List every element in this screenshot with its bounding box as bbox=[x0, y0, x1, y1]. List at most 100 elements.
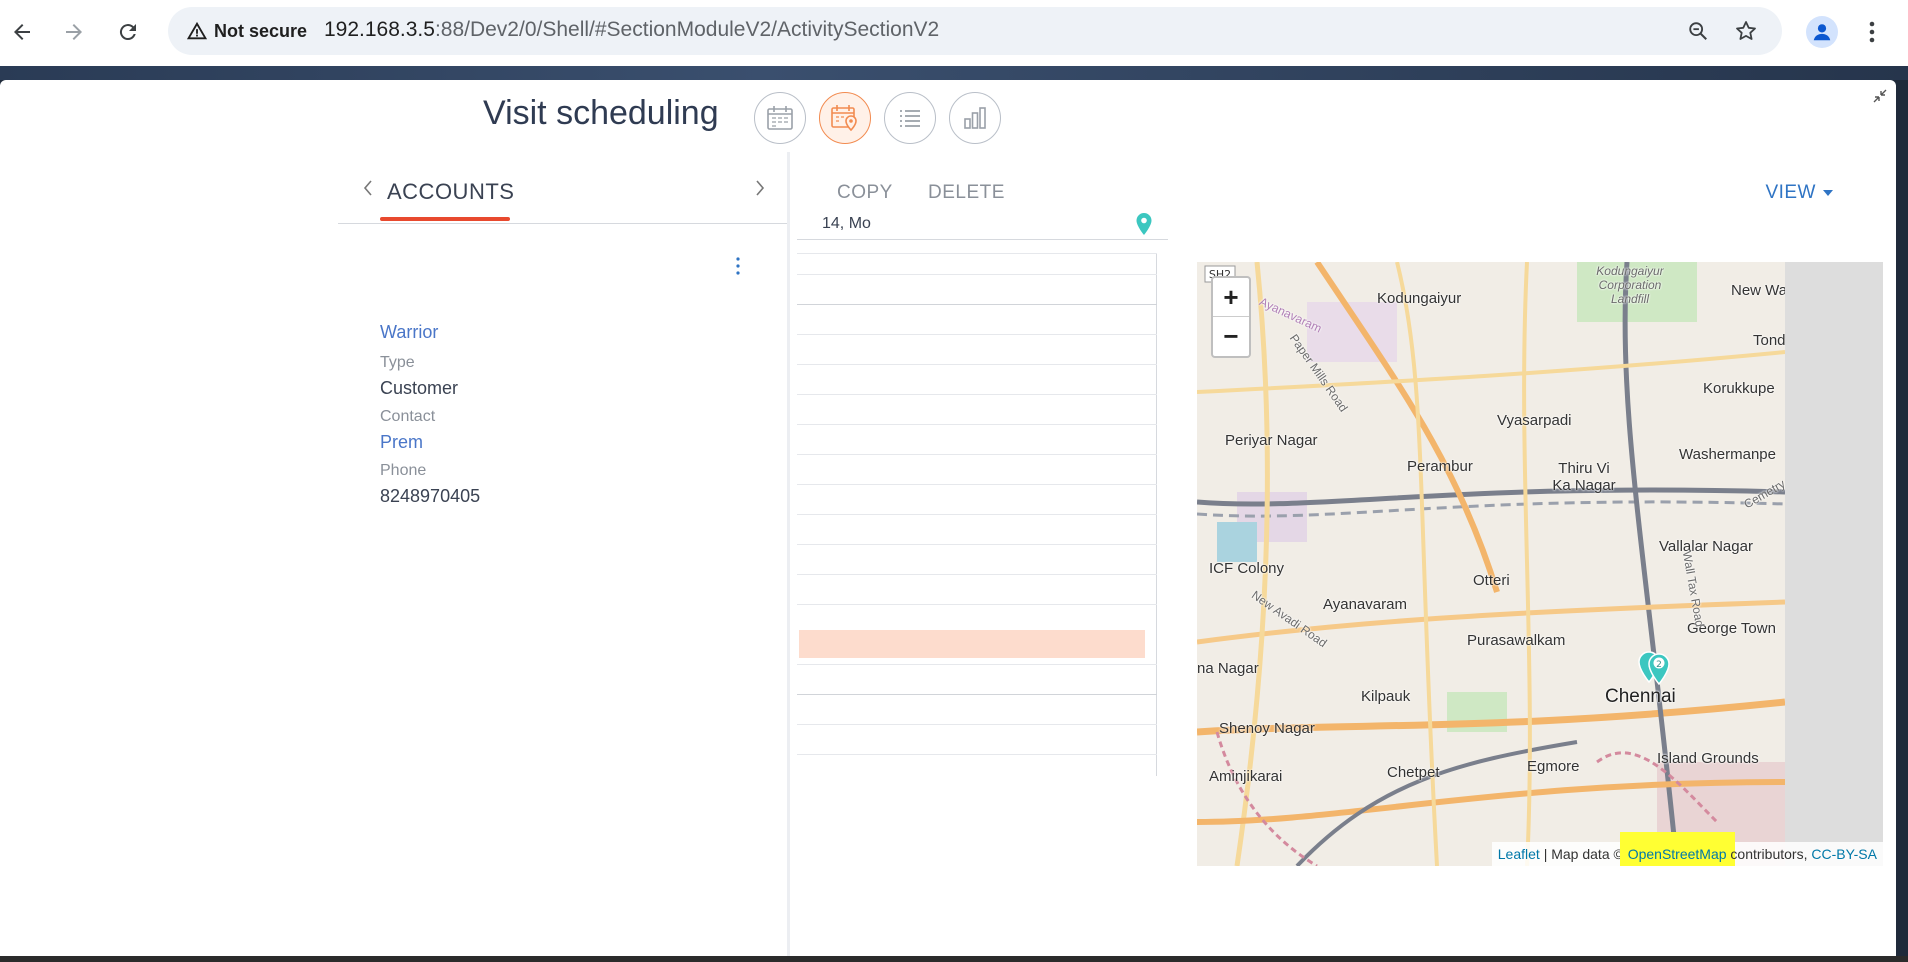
map-label-thiru-vi-ka-nagar: Thiru Vi Ka Nagar bbox=[1552, 460, 1616, 494]
time-slot[interactable] bbox=[797, 274, 1157, 275]
schedule-area: COPY DELETE VIEW 14, Mo SH2 Kodungaiyur … bbox=[797, 152, 1896, 958]
time-slot[interactable] bbox=[797, 424, 1157, 425]
map-label-washermanpet: Washermanpe bbox=[1679, 446, 1776, 463]
type-label: Type bbox=[380, 354, 415, 371]
zoom-icon bbox=[1689, 22, 1707, 40]
map-marker-icon: 2 bbox=[1638, 651, 1670, 686]
account-name-link[interactable]: Warrior bbox=[380, 322, 740, 352]
copy-button[interactable]: COPY bbox=[837, 182, 893, 204]
time-slot[interactable] bbox=[797, 754, 1157, 755]
zoom-in-button[interactable]: + bbox=[1213, 278, 1249, 317]
tab-accounts[interactable]: ACCOUNTS bbox=[387, 179, 514, 205]
list-icon bbox=[900, 110, 920, 127]
time-slot[interactable] bbox=[797, 544, 1157, 545]
time-slot[interactable] bbox=[797, 364, 1157, 365]
collapse-icon[interactable] bbox=[1872, 88, 1888, 104]
browser-menu-button[interactable] bbox=[1860, 16, 1884, 48]
zoom-control: + − bbox=[1211, 276, 1251, 358]
view-dropdown[interactable]: VIEW bbox=[1765, 182, 1834, 204]
star-icon bbox=[1736, 21, 1756, 40]
map-tiles: SH2 bbox=[1197, 262, 1785, 866]
map-label-periyar-nagar: Periyar Nagar bbox=[1225, 432, 1318, 449]
type-value: Customer bbox=[380, 378, 459, 398]
scheduled-visit-block[interactable] bbox=[799, 630, 1145, 658]
chevron-right-icon bbox=[756, 180, 765, 196]
contact-link[interactable]: Prem bbox=[380, 432, 740, 460]
map-label-kilpauk: Kilpauk bbox=[1361, 688, 1411, 705]
address-bar[interactable]: Not secure 192.168.3.5:88/Dev2/0/Shell/#… bbox=[168, 7, 1782, 55]
attribution-text: | Map data © bbox=[1539, 846, 1628, 862]
back-arrow-icon bbox=[14, 24, 30, 40]
url-path: :88/Dev2/0/Shell/#SectionModuleV2/Activi… bbox=[434, 18, 940, 41]
license-link[interactable]: CC-BY-SA bbox=[1811, 846, 1877, 862]
reload-button[interactable] bbox=[110, 14, 146, 50]
page-title: Visit scheduling bbox=[483, 94, 719, 132]
map-label-otteri: Otteri bbox=[1473, 572, 1510, 589]
zoom-out-button[interactable]: − bbox=[1213, 317, 1249, 356]
taskbar-edge bbox=[0, 956, 1908, 962]
leaflet-link[interactable]: Leaflet bbox=[1498, 846, 1540, 862]
map-label-new-wa: New Wa bbox=[1731, 282, 1788, 299]
openstreetmap-link[interactable]: OpenStreetMap bbox=[1619, 832, 1735, 866]
vertical-dots-icon bbox=[736, 257, 740, 275]
back-button[interactable] bbox=[4, 14, 40, 50]
day-schedule: 14, Mo bbox=[797, 210, 1168, 810]
bookmark-button[interactable] bbox=[1732, 17, 1760, 45]
map-label-shenoy-nagar: Shenoy Nagar bbox=[1219, 720, 1315, 737]
attribution-contributors: contributors, bbox=[1726, 846, 1812, 862]
account-more-button[interactable] bbox=[730, 252, 746, 280]
calendar-pin-icon bbox=[831, 105, 857, 132]
map-label-kodungaiyur: Kodungaiyur bbox=[1377, 290, 1462, 307]
calendar-view-button[interactable] bbox=[754, 92, 806, 144]
chevron-left-icon bbox=[363, 180, 372, 196]
profile-button[interactable] bbox=[1806, 16, 1838, 48]
forward-button[interactable] bbox=[56, 14, 92, 50]
url-host: 192.168.3.5 bbox=[324, 18, 435, 41]
map-label-purasawalkam: Purasawalkam bbox=[1467, 632, 1566, 649]
time-slot[interactable] bbox=[797, 664, 1157, 665]
forward-arrow-icon bbox=[66, 24, 82, 40]
map-label-aminjikarai: Aminjikarai bbox=[1209, 768, 1283, 785]
time-slot[interactable] bbox=[797, 484, 1157, 485]
delete-button[interactable]: DELETE bbox=[928, 182, 1005, 204]
map-label-landfill: Kodungaiyur Corporation Landfill bbox=[1596, 264, 1664, 306]
profile-icon bbox=[1813, 24, 1831, 41]
calendar-icon bbox=[767, 106, 793, 130]
accounts-panel: ACCOUNTS Warrior Type Customer Contact P… bbox=[338, 152, 790, 958]
time-slot[interactable] bbox=[797, 724, 1157, 725]
phone-value: 8248970405 bbox=[380, 486, 481, 506]
time-slot[interactable] bbox=[797, 694, 1157, 695]
map-unloaded-tile bbox=[1785, 262, 1883, 866]
time-slot[interactable] bbox=[797, 514, 1157, 515]
time-slot[interactable] bbox=[797, 304, 1157, 305]
location-pin-icon[interactable] bbox=[1135, 212, 1153, 236]
panel-divider[interactable] bbox=[787, 152, 790, 958]
time-slot[interactable] bbox=[797, 604, 1157, 605]
cluster-count: 2 bbox=[1656, 660, 1662, 670]
time-slot[interactable] bbox=[797, 574, 1157, 575]
time-slot[interactable] bbox=[797, 334, 1157, 335]
map-label-anna-nagar: na Nagar bbox=[1197, 660, 1259, 677]
app-window: Visit scheduling ACCOUNTS Warrior Type C… bbox=[0, 80, 1896, 958]
map-label-ayanavaram: Ayanavaram bbox=[1323, 596, 1407, 613]
kebab-menu-icon bbox=[1869, 21, 1875, 43]
map-label-island-grounds: Island Grounds bbox=[1657, 750, 1759, 767]
security-indicator[interactable]: Not secure bbox=[182, 16, 317, 46]
list-view-button[interactable] bbox=[884, 92, 936, 144]
time-slot[interactable] bbox=[797, 454, 1157, 455]
tab-active-indicator bbox=[380, 217, 510, 221]
time-grid[interactable] bbox=[797, 254, 1157, 776]
account-card: Warrior Type Customer Contact Prem Phone… bbox=[380, 322, 740, 514]
browser-toolbar: Not secure 192.168.3.5:88/Dev2/0/Shell/#… bbox=[0, 0, 1908, 66]
calendar-map-view-button[interactable] bbox=[819, 92, 871, 144]
map-view[interactable]: SH2 Kodungaiyur Kodungaiyur Corporation … bbox=[1197, 262, 1883, 866]
phone-label: Phone bbox=[380, 462, 427, 479]
day-label: 14, Mo bbox=[822, 215, 871, 232]
zoom-button[interactable] bbox=[1684, 17, 1712, 45]
time-slot[interactable] bbox=[797, 394, 1157, 395]
accounts-tabbar: ACCOUNTS bbox=[338, 152, 790, 224]
url-text[interactable]: 192.168.3.5:88/Dev2/0/Shell/#SectionModu… bbox=[324, 18, 939, 42]
tab-prev-button[interactable] bbox=[358, 176, 378, 200]
analytics-view-button[interactable] bbox=[949, 92, 1001, 144]
tab-next-button[interactable] bbox=[750, 176, 770, 200]
